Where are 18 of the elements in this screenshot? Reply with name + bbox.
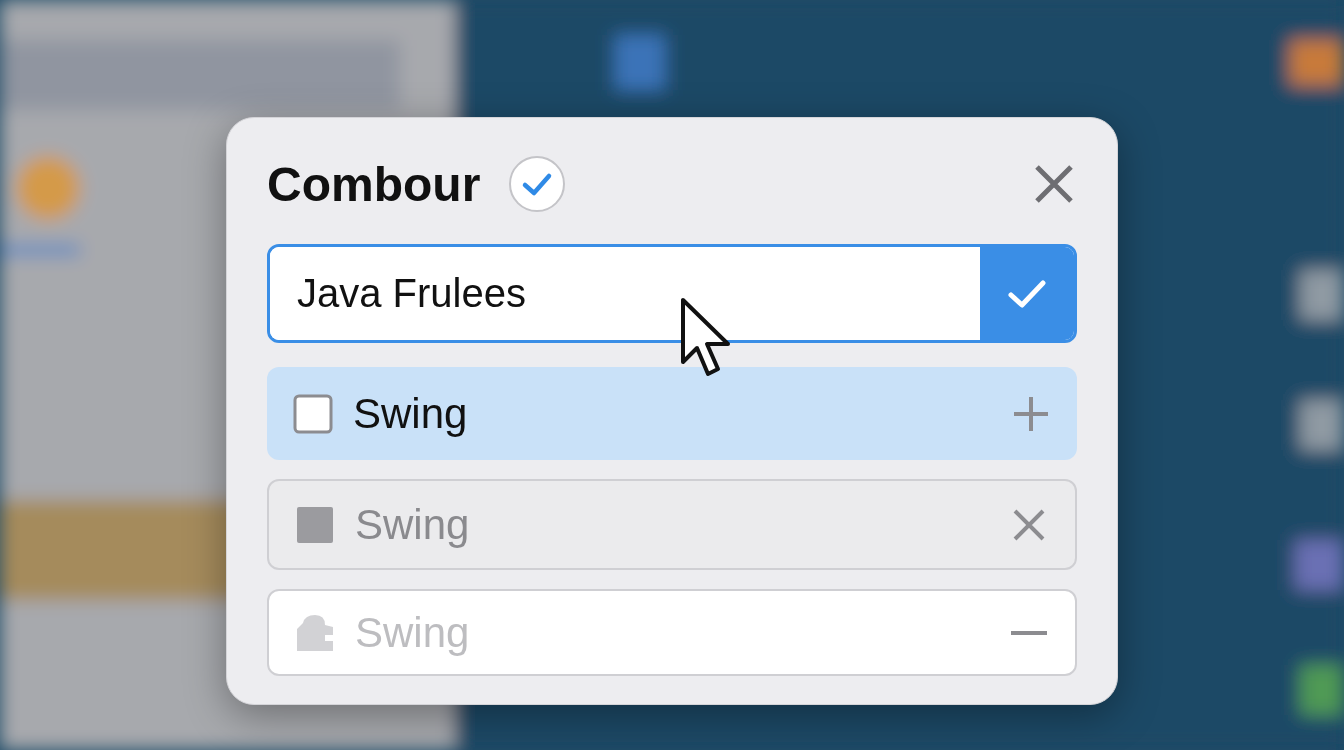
option-label: Swing: [355, 500, 471, 549]
blurred-app-icon: [615, 35, 665, 90]
checkbox[interactable]: [293, 393, 333, 434]
blurred-app-icon: [16, 156, 80, 220]
puzzle-piece-icon: [295, 612, 335, 653]
blurred-app-icon: [1300, 400, 1344, 450]
blurred-app-icon: [1290, 40, 1344, 85]
dialog-title: Combour: [267, 156, 481, 212]
combo-box[interactable]: Java Frulees: [267, 244, 1077, 343]
option-row[interactable]: Swing: [267, 367, 1077, 460]
option-label: Swing: [355, 608, 471, 657]
option-label: Swing: [353, 389, 469, 438]
blurred-app-icon: [1300, 665, 1344, 715]
square-icon: [295, 504, 335, 545]
minus-icon: [1009, 630, 1049, 635]
blurred-app-icon: [1300, 270, 1344, 320]
confirm-button[interactable]: [980, 247, 1074, 340]
blurred-app-icon: [1295, 540, 1344, 590]
